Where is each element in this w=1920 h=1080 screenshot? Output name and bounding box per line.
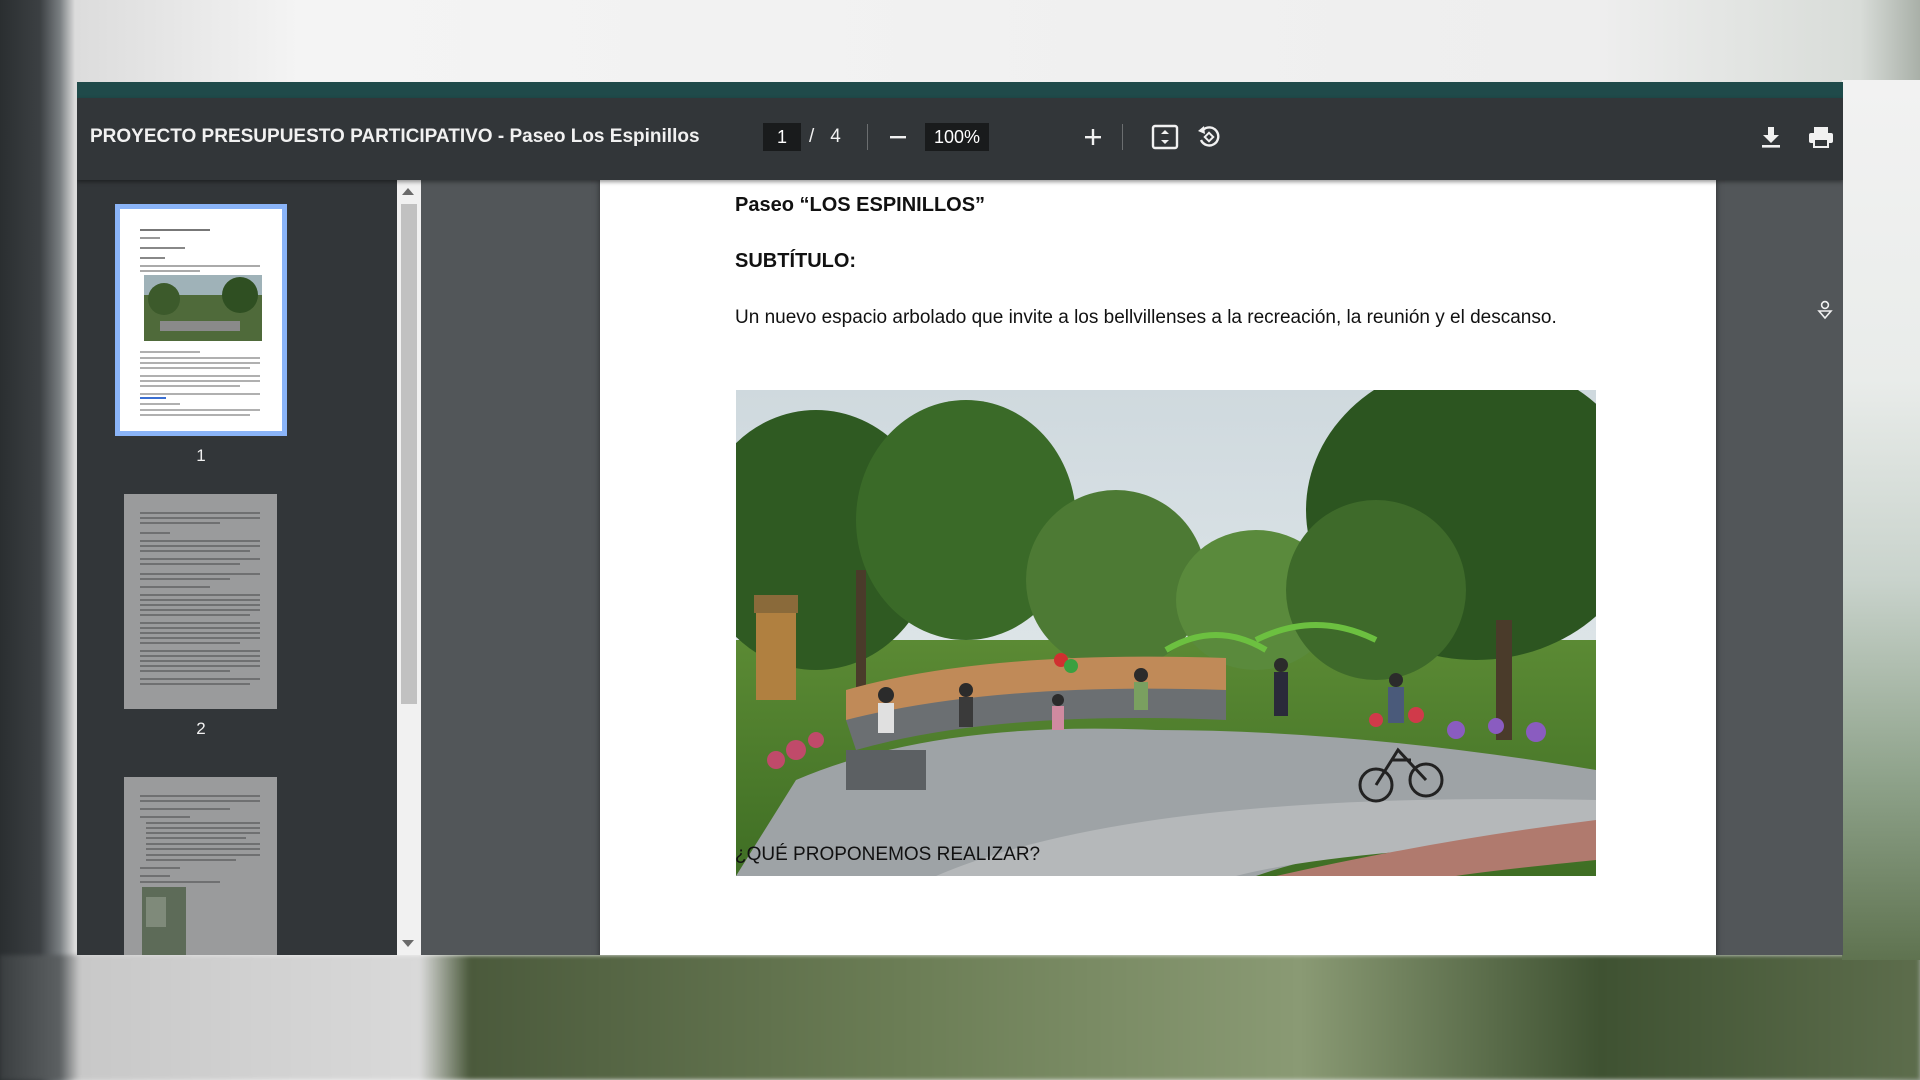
zoom-in-button[interactable] [1073,117,1113,157]
zoom-out-button[interactable] [878,117,918,157]
thumbnail-preview [140,795,260,955]
download-button[interactable] [1751,117,1791,157]
download-icon [1762,127,1780,148]
toolbar-divider [1122,124,1123,150]
print-button[interactable] [1801,117,1841,157]
scroll-up-arrow-icon[interactable] [402,188,414,195]
subtitle-text: Un nuevo espacio arbolado que invite a l… [735,307,1557,328]
print-icon [1809,127,1833,148]
background-blur-bottom [0,955,1920,1080]
page-thumbnail-1[interactable] [115,204,287,436]
background-blur-right [1842,80,1920,960]
scroll-down-arrow-icon[interactable] [402,940,414,947]
window-top-band [77,82,1843,98]
fit-to-page-button[interactable] [1145,117,1185,157]
total-pages: 4 [830,126,841,147]
park-rendering-image [736,390,1596,876]
page-separator: / [809,126,815,147]
sidebar-scrollbar[interactable] [397,180,421,955]
page-number-input[interactable]: 1 [763,123,801,151]
page-thumbnail-3[interactable] [124,777,277,955]
document-title: PROYECTO PRESUPUESTO PARTICIPATIVO - Pas… [90,126,700,147]
page-thumbnail-2[interactable] [124,494,277,709]
thumbnail-preview [140,229,262,416]
thumbnail-label-1: 1 [196,446,206,465]
thumbnail-sidebar: 1 2 [77,180,397,955]
rotate-icon [1198,126,1220,147]
pdf-viewer: PROYECTO PRESUPUESTO PARTICIPATIVO - Pas… [77,82,1843,955]
section-heading-what-we-propose: ¿QUÉ PROPONEMOS REALIZAR? [735,844,1041,865]
rotate-button[interactable] [1189,117,1229,157]
park-image-illustration [736,390,1596,876]
person-scroll-icon [1817,300,1833,320]
thumbnail-label-2: 2 [196,719,206,738]
page-selector: 1 / 4 [763,120,849,154]
scrollbar-thumb[interactable] [401,204,417,704]
minus-icon [890,136,906,139]
toolbar-divider [867,124,868,150]
document-title-heading: Paseo “LOS ESPINILLOS” [735,194,986,216]
viewer-toolbar: PROYECTO PRESUPUESTO PARTICIPATIVO - Pas… [77,98,1843,180]
subtitle-heading: SUBTÍTULO: [735,250,857,272]
plus-icon [1085,129,1101,145]
zoom-level-input[interactable]: 100% [925,123,989,151]
thumbnail-preview [140,512,260,685]
fit-page-icon [1151,124,1179,150]
document-page: Paseo “LOS ESPINILLOS” SUBTÍTULO: Un nue… [600,180,1716,955]
page-navigation-icon[interactable] [1817,300,1833,324]
